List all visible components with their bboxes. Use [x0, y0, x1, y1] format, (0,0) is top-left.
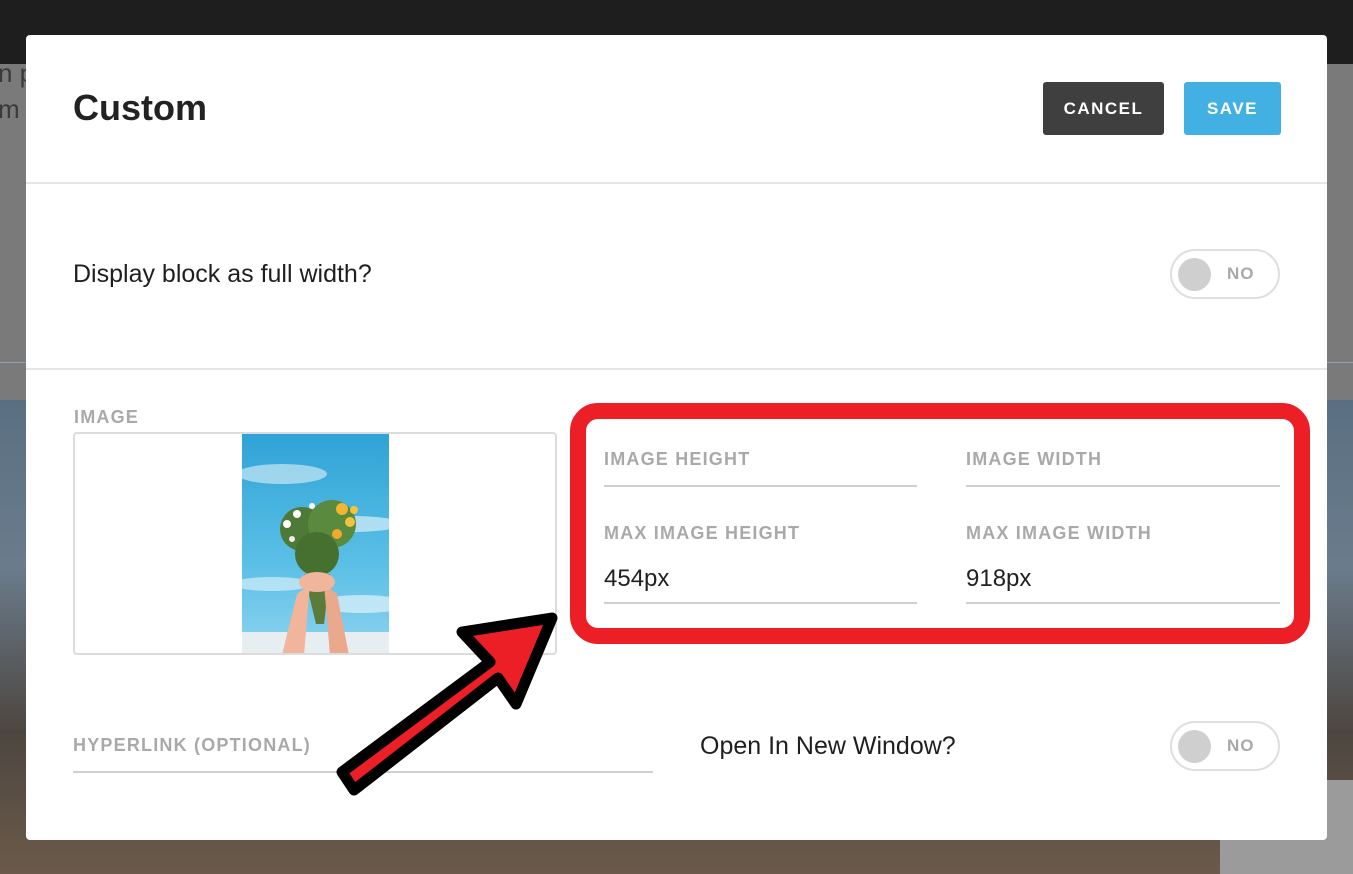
- red-highlight-box: [570, 403, 1310, 644]
- cancel-button[interactable]: CANCEL: [1043, 82, 1164, 135]
- image-label: IMAGE: [74, 407, 140, 427]
- new-window-toggle[interactable]: NO: [1170, 721, 1280, 771]
- toggle-knob: [1178, 258, 1211, 291]
- new-window-label: Open In New Window?: [700, 732, 956, 760]
- toggle-state-text: NO: [1227, 736, 1255, 755]
- red-arrow-icon: [336, 612, 558, 796]
- toggle-state-text: NO: [1227, 264, 1255, 283]
- toggle-knob: [1178, 730, 1211, 763]
- header-divider: [26, 182, 1327, 184]
- section-divider: [26, 368, 1327, 370]
- modal-title: Custom: [73, 87, 207, 128]
- background-text-2: m: [0, 94, 20, 124]
- save-button[interactable]: SAVE: [1184, 82, 1281, 135]
- full-width-toggle[interactable]: NO: [1170, 249, 1280, 299]
- full-width-label: Display block as full width?: [73, 260, 372, 288]
